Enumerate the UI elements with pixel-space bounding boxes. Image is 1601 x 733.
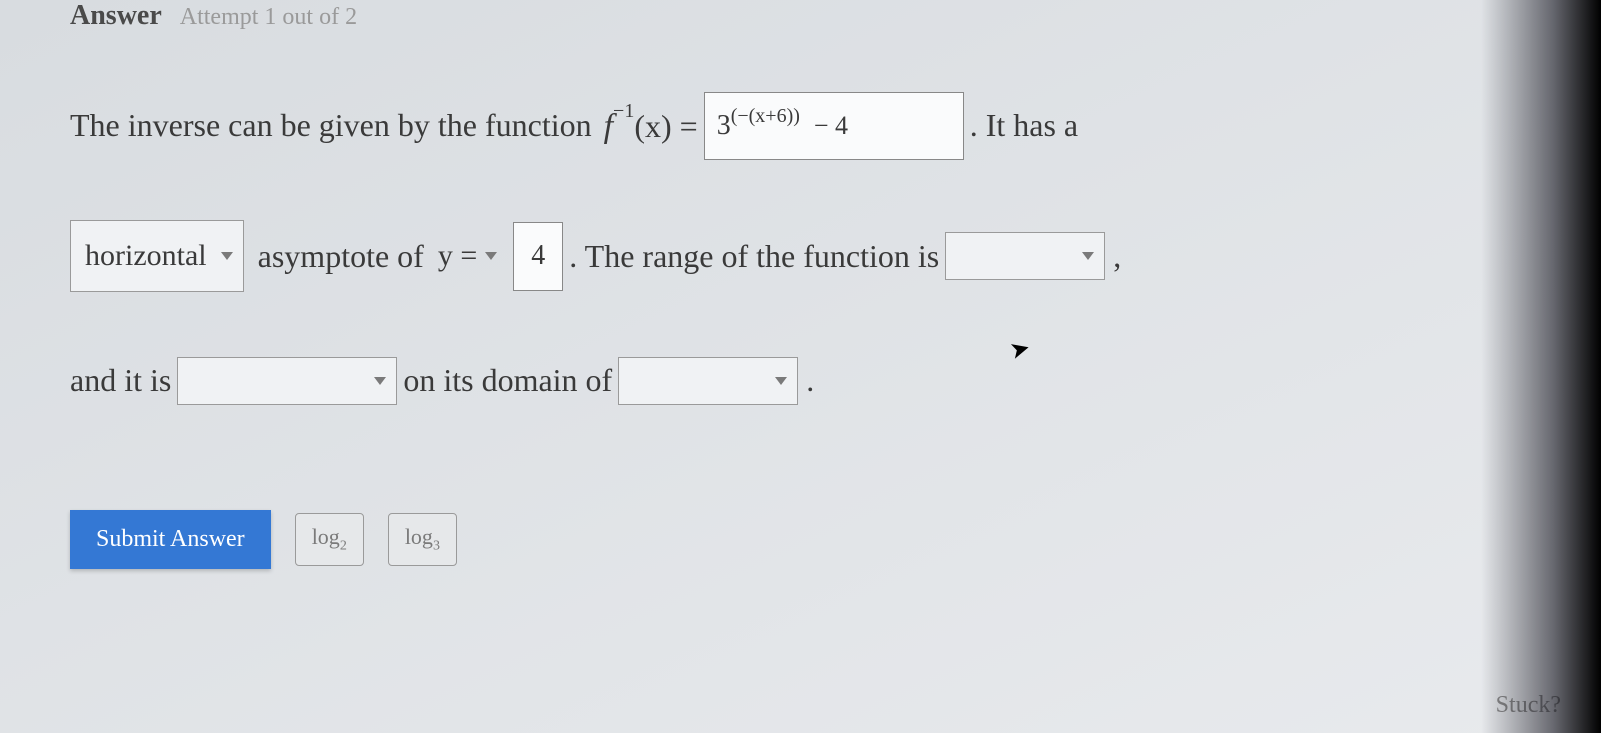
chevron-down-icon: [775, 377, 787, 385]
submit-answer-button[interactable]: Submit Answer: [70, 510, 271, 569]
function-superscript: −1: [613, 100, 634, 122]
comma: ,: [1113, 228, 1121, 286]
button-row: Submit Answer log2 log3: [70, 510, 1531, 569]
log2-subscript: 2: [340, 539, 347, 554]
domain-dropdown[interactable]: [618, 357, 798, 405]
log3-button[interactable]: log3: [388, 513, 457, 565]
log3-subscript: 3: [433, 539, 440, 554]
function-arg: (x) =: [634, 108, 697, 144]
chevron-down-icon: [485, 252, 497, 260]
chevron-down-icon: [1082, 252, 1094, 260]
attempt-counter: Attempt 1 out of 2: [180, 4, 357, 31]
asymptote-value-input[interactable]: 4: [513, 222, 563, 290]
chevron-down-icon: [374, 377, 386, 385]
range-dropdown[interactable]: [945, 232, 1105, 280]
line3-mid: on its domain of: [403, 352, 612, 410]
asymptote-value: 4: [531, 231, 545, 281]
log3-label: log: [405, 524, 433, 549]
asymptote-of-text: asymptote of: [258, 228, 424, 286]
sentence-line-3: and it is on its domain of .: [70, 352, 1531, 410]
inverse-function-input[interactable]: 3(−(x+6)) − 4: [704, 92, 964, 160]
expr-base: 3: [717, 101, 731, 151]
asymptote-type-value: horizontal: [85, 229, 207, 283]
chevron-down-icon: [221, 252, 233, 260]
expr-exponent: (−(x+6)): [731, 98, 800, 134]
expr-tail: − 4: [814, 103, 848, 150]
line1-suffix: . It has a: [970, 97, 1078, 155]
asymptote-type-dropdown[interactable]: horizontal: [70, 220, 244, 292]
log2-button[interactable]: log2: [295, 513, 364, 565]
monotonicity-dropdown[interactable]: [177, 357, 397, 405]
asymptote-variable-dropdown[interactable]: y =: [430, 221, 507, 291]
answer-header: Answer Attempt 1 out of 2: [70, 0, 1531, 32]
sentence-line-1: The inverse can be given by the function…: [70, 92, 1531, 160]
stuck-link[interactable]: Stuck?: [1496, 692, 1561, 719]
function-symbol: f: [604, 108, 613, 145]
sentence-line-2: horizontal asymptote of y = 4 . The rang…: [70, 220, 1531, 292]
asymptote-var-label: y =: [438, 229, 477, 283]
range-text: . The range of the function is: [569, 228, 939, 286]
line1-prefix: The inverse can be given by the function: [70, 97, 592, 155]
period: .: [806, 352, 814, 410]
answer-label: Answer: [70, 0, 162, 32]
line3-prefix: and it is: [70, 352, 171, 410]
log2-label: log: [312, 524, 340, 549]
